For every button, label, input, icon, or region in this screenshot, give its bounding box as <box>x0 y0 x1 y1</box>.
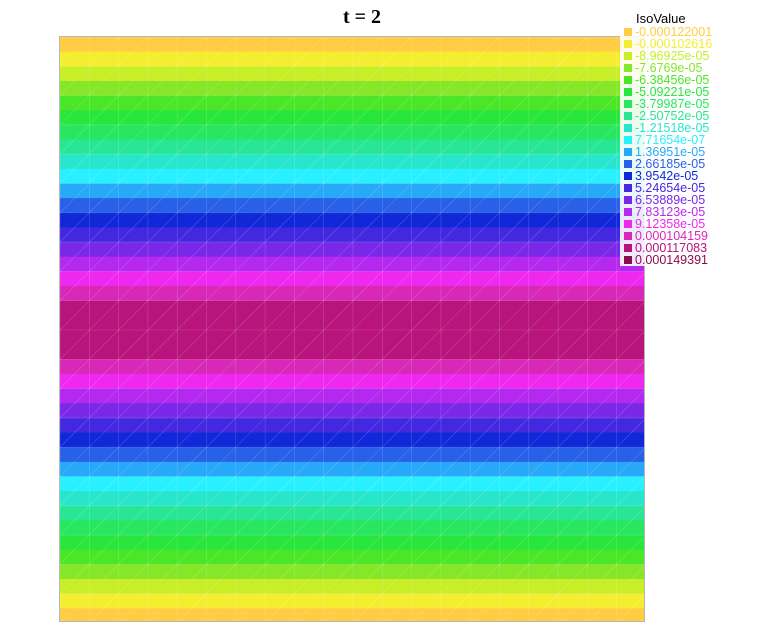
legend-swatch <box>624 136 632 144</box>
legend-label: 0.000149391 <box>635 253 708 267</box>
legend-swatch <box>624 172 632 180</box>
legend-swatch <box>624 256 632 264</box>
legend-entries: -0.000122001 -0.000102616 -8.96925e-05 -7.6… <box>620 26 757 266</box>
legend: IsoValue -0.000122001 -0.000102616 -8.9692… <box>620 12 757 266</box>
legend-swatch <box>624 184 632 192</box>
legend-swatch <box>624 40 632 48</box>
chart-title: t = 2 <box>342 6 382 28</box>
legend-swatch <box>624 196 632 204</box>
legend-swatch <box>624 148 632 156</box>
legend-swatch <box>624 100 632 108</box>
legend-swatch <box>624 124 632 132</box>
legend-swatch <box>624 64 632 72</box>
legend-title: IsoValue <box>636 11 686 26</box>
plot-area <box>59 36 645 622</box>
legend-entry: 0.000149391 <box>620 254 757 266</box>
legend-swatch <box>624 208 632 216</box>
legend-swatch <box>624 76 632 84</box>
legend-swatch <box>624 88 632 96</box>
legend-swatch <box>624 220 632 228</box>
legend-swatch <box>624 112 632 120</box>
legend-swatch <box>624 28 632 36</box>
legend-swatch <box>624 244 632 252</box>
legend-swatch <box>624 160 632 168</box>
legend-swatch <box>624 52 632 60</box>
legend-swatch <box>624 232 632 240</box>
iso-field-plot <box>60 37 644 621</box>
